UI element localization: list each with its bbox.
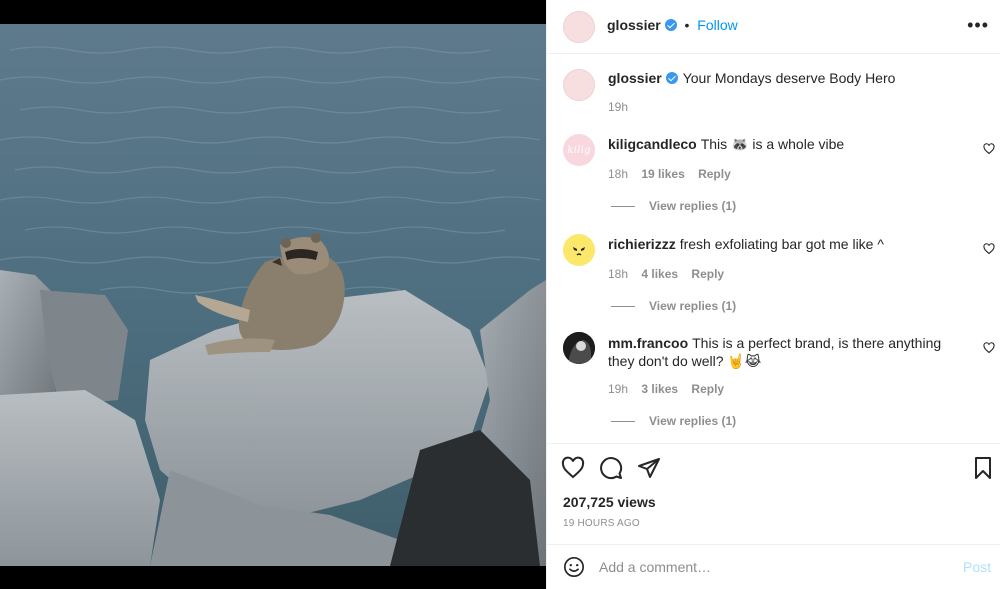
post-timestamp[interactable]: 19 HOURS AGO xyxy=(563,518,640,529)
verified-badge-icon xyxy=(665,72,678,84)
smiley-icon[interactable] xyxy=(563,556,585,578)
like-comment-heart-icon[interactable] xyxy=(983,143,995,155)
avatar-logo-text: kilig xyxy=(567,144,591,156)
like-comment-heart-icon[interactable] xyxy=(983,243,995,255)
like-comment-heart-icon[interactable] xyxy=(983,342,995,354)
view-replies-button[interactable]: View replies (1) xyxy=(611,414,736,428)
comment-text: mm.francoo This is a perfect brand, is th… xyxy=(608,334,963,370)
caption: glossier Your Mondays deserve Body Hero 1… xyxy=(547,54,1000,126)
heart-icon[interactable] xyxy=(561,456,585,480)
comment-text: kiligcandleco This 🦝 is a whole vibe xyxy=(608,135,963,153)
comment-username[interactable]: mm.francoo xyxy=(608,335,688,351)
reply-button[interactable]: Reply xyxy=(691,267,724,281)
view-replies-button[interactable]: View replies (1) xyxy=(611,299,736,313)
follow-button[interactable]: Follow xyxy=(697,17,737,33)
post-comment-button[interactable]: Post xyxy=(963,559,991,575)
section-divider xyxy=(547,443,1000,444)
comment-body: fresh exfoliating bar got me like ^ xyxy=(679,236,884,252)
comment-username[interactable]: kiligcandleco xyxy=(608,136,697,152)
post-details-panel: glossier • Follow ••• glossier Your Monda… xyxy=(546,0,1000,589)
view-count[interactable]: 207,725 views xyxy=(563,494,656,510)
view-replies-label: View replies (1) xyxy=(649,199,737,213)
caption-time[interactable]: 19h xyxy=(608,100,628,114)
comment-likes[interactable]: 4 likes xyxy=(641,267,678,281)
comment-body: This 🦝 is a whole vibe xyxy=(700,136,845,152)
profile-photo xyxy=(563,332,595,364)
separator-dot: • xyxy=(684,17,690,33)
reply-button[interactable]: Reply xyxy=(698,167,731,181)
replies-line xyxy=(611,206,635,208)
view-replies-label: View replies (1) xyxy=(649,414,737,428)
view-replies-button[interactable]: View replies (1) xyxy=(611,199,736,213)
comment-meta: 19h 3 likes Reply xyxy=(608,382,734,396)
comment-likes[interactable]: 3 likes xyxy=(641,382,678,396)
comment-username[interactable]: richierizzz xyxy=(608,236,676,252)
bookmark-icon[interactable] xyxy=(971,456,995,480)
caption-body: Your Mondays deserve Body Hero xyxy=(682,70,896,86)
caption-avatar[interactable] xyxy=(563,69,595,101)
more-options-icon[interactable]: ••• xyxy=(967,16,989,34)
commenter-avatar[interactable] xyxy=(563,332,595,364)
comment-time[interactable]: 18h xyxy=(608,167,628,181)
commenter-avatar[interactable] xyxy=(563,234,595,266)
verified-badge-icon xyxy=(664,19,677,31)
comment-icon[interactable] xyxy=(599,456,623,480)
post-video[interactable] xyxy=(0,0,546,589)
author-username[interactable]: glossier xyxy=(607,17,661,33)
post-header: glossier • Follow ••• xyxy=(547,0,1000,54)
paper-plane-icon[interactable] xyxy=(637,456,661,480)
commenter-avatar[interactable]: kilig xyxy=(563,134,595,166)
add-comment-bar: Post xyxy=(547,545,1000,589)
author-avatar[interactable] xyxy=(563,11,595,43)
comment-meta: 18h 19 likes Reply xyxy=(608,167,741,181)
comment-item: richierizzz fresh exfoliating bar got me … xyxy=(547,226,1000,326)
comment-item: kilig kiligcandleco This 🦝 is a whole vib… xyxy=(547,126,1000,226)
replies-line xyxy=(611,306,635,308)
comment-input[interactable] xyxy=(599,555,929,579)
comment-likes[interactable]: 19 likes xyxy=(641,167,684,181)
caption-meta: 19h xyxy=(608,100,638,114)
comment-meta: 18h 4 likes Reply xyxy=(608,267,734,281)
comment-item: mm.francoo This is a perfect brand, is th… xyxy=(547,326,1000,442)
view-replies-label: View replies (1) xyxy=(649,299,737,313)
sad-face-icon xyxy=(573,247,585,256)
raccoon-on-rocks-image xyxy=(0,0,546,589)
caption-username[interactable]: glossier xyxy=(608,70,662,86)
comment-time[interactable]: 19h xyxy=(608,382,628,396)
comment-text: richierizzz fresh exfoliating bar got me … xyxy=(608,235,963,253)
comment-time[interactable]: 18h xyxy=(608,267,628,281)
author-line: glossier • Follow xyxy=(607,17,738,33)
caption-text: glossier Your Mondays deserve Body Hero xyxy=(608,69,963,87)
reply-button[interactable]: Reply xyxy=(691,382,724,396)
replies-line xyxy=(611,421,635,423)
